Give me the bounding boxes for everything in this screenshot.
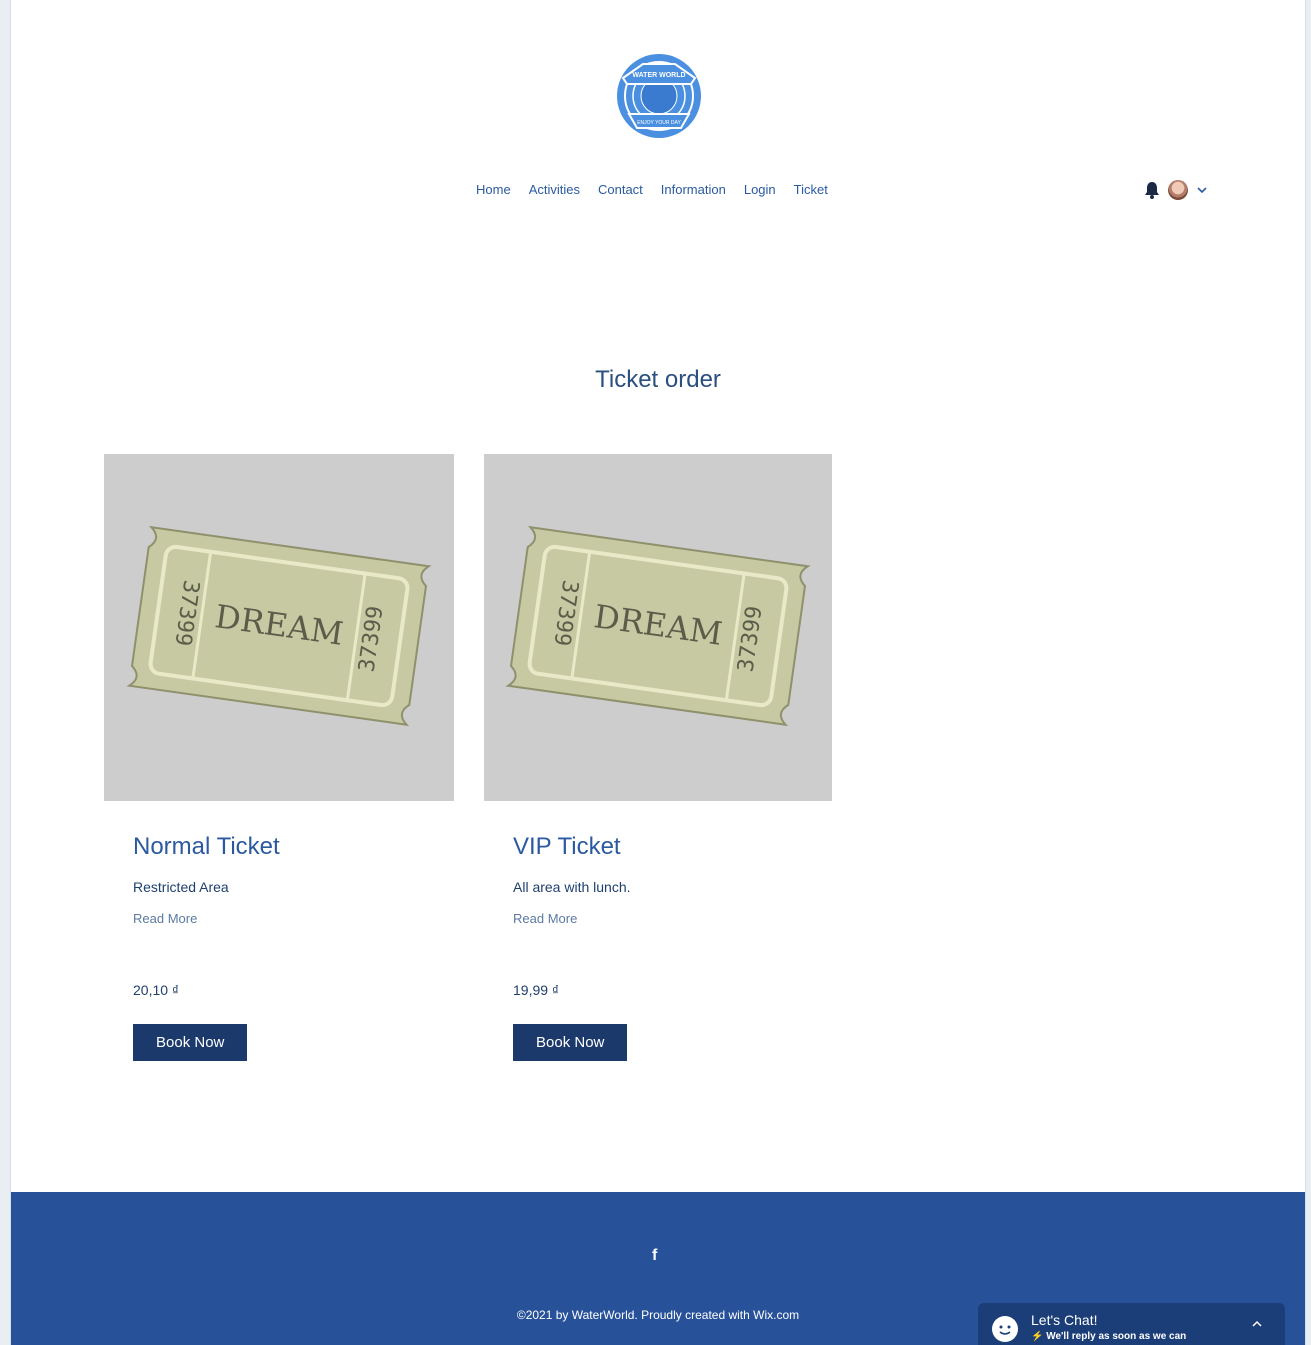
chevron-up-icon[interactable] <box>1251 1319 1263 1329</box>
page: WATER WORLD ENJOY YOUR DAY Home Activiti… <box>10 0 1306 1345</box>
book-now-button[interactable]: Book Now <box>133 1024 248 1061</box>
ticket-image: DREAM 37399 37399 <box>505 525 811 727</box>
chat-subtitle: ⚡ We'll reply as soon as we can <box>1031 1331 1187 1342</box>
facebook-icon[interactable]: f <box>652 1247 664 1265</box>
avatar[interactable] <box>1168 180 1188 200</box>
logo-icon: WATER WORLD ENJOY YOUR DAY <box>617 54 701 138</box>
read-more-link[interactable]: Read More <box>513 911 832 926</box>
chat-avatar-icon <box>992 1316 1018 1342</box>
book-now-button[interactable]: Book Now <box>513 1024 628 1061</box>
nav-login[interactable]: Login <box>744 182 776 197</box>
site-logo[interactable]: WATER WORLD ENJOY YOUR DAY <box>615 52 703 140</box>
ticket-image: DREAM 37399 37399 <box>126 525 432 727</box>
product-description: All area with lunch. <box>513 879 631 895</box>
nav-activities[interactable]: Activities <box>529 182 580 197</box>
user-area <box>1144 180 1208 200</box>
product-price: 19,99 ₫ <box>513 982 560 998</box>
bell-icon[interactable] <box>1144 181 1160 199</box>
nav-information[interactable]: Information <box>661 182 726 197</box>
product-description: Restricted Area <box>133 879 229 895</box>
logo-text-bottom: ENJOY YOUR DAY <box>637 120 681 126</box>
card-body: VIP Ticket All area with lunch. Read Mor… <box>484 833 832 1061</box>
chat-widget[interactable]: Let's Chat! ⚡ We'll reply as soon as we … <box>978 1303 1285 1345</box>
product-image[interactable]: DREAM 37399 37399 <box>484 454 832 801</box>
nav-ticket[interactable]: Ticket <box>794 182 828 197</box>
product-name[interactable]: VIP Ticket <box>513 833 832 861</box>
product-card: DREAM 37399 37399 VIP Ticket All area wi… <box>484 454 832 1061</box>
product-price: 20,10 ₫ <box>133 982 180 998</box>
chat-title: Let's Chat! <box>1031 1312 1098 1328</box>
main-nav: Home Activities Contact Information Logi… <box>476 182 828 197</box>
product-name[interactable]: Normal Ticket <box>133 833 454 861</box>
read-more-link[interactable]: Read More <box>133 911 454 926</box>
nav-home[interactable]: Home <box>476 182 511 197</box>
logo-text-top: WATER WORLD <box>632 72 685 79</box>
product-card: DREAM 37399 37399 Normal Ticket Restrict… <box>104 454 454 1061</box>
nav-contact[interactable]: Contact <box>598 182 643 197</box>
card-body: Normal Ticket Restricted Area Read More … <box>104 833 454 1061</box>
chevron-down-icon[interactable] <box>1196 184 1208 196</box>
product-image[interactable]: DREAM 37399 37399 <box>104 454 454 801</box>
page-title: Ticket order <box>595 366 721 393</box>
